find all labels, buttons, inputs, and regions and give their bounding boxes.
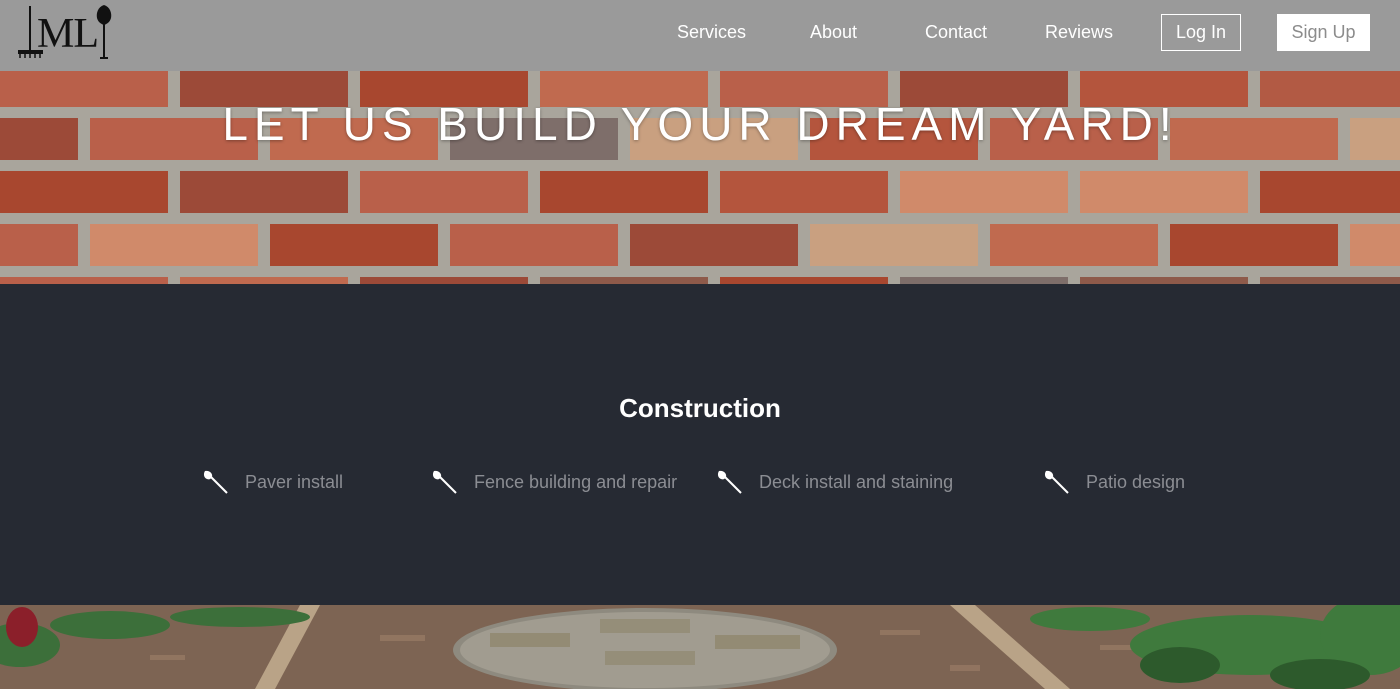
brick (630, 224, 798, 266)
nav-services[interactable]: Services (677, 20, 746, 44)
signup-button[interactable]: Sign Up (1277, 14, 1370, 51)
brick (720, 277, 888, 284)
service-label: Fence building and repair (474, 472, 678, 492)
brick (1350, 224, 1400, 266)
shovel-icon (1044, 470, 1069, 494)
brick (990, 224, 1158, 266)
service-label: Patio design (1086, 472, 1186, 492)
brick (360, 171, 528, 213)
garden-path-image (0, 605, 1400, 689)
brick (0, 277, 168, 284)
construction-section: Construction Paver install Fence buildin… (0, 284, 1400, 605)
service-item: Paver install (202, 468, 343, 496)
brick (180, 171, 348, 213)
service-item: Deck install and staining (716, 468, 953, 496)
logo[interactable]: ML (16, 3, 116, 61)
brick (450, 224, 618, 266)
brick (900, 277, 1068, 284)
brick (900, 171, 1068, 213)
brick (1260, 171, 1400, 213)
shovel-icon (717, 470, 742, 494)
brick (810, 224, 978, 266)
shovel-icon (432, 470, 457, 494)
brick (1170, 224, 1338, 266)
brick (360, 277, 528, 284)
service-label: Deck install and staining (759, 472, 954, 492)
login-button[interactable]: Log In (1161, 14, 1241, 51)
brick (1080, 171, 1248, 213)
service-item: Fence building and repair (431, 468, 677, 496)
shovel-icon (203, 470, 228, 494)
brick (90, 224, 258, 266)
brick (0, 224, 78, 266)
brick (540, 277, 708, 284)
brick (540, 171, 708, 213)
logo-text: ML (37, 11, 99, 57)
brick (1260, 277, 1400, 284)
hero-banner: LET US BUILD YOUR DREAM YARD! (0, 71, 1400, 284)
garden-path-background (0, 605, 1400, 689)
nav-reviews[interactable]: Reviews (1045, 20, 1113, 44)
top-nav: ML Services About Contact Reviews Log In… (0, 0, 1400, 71)
hero-title: LET US BUILD YOUR DREAM YARD! (222, 98, 1178, 150)
brick (270, 224, 438, 266)
brick (0, 171, 168, 213)
brick (1080, 277, 1248, 284)
service-label: Paver install (245, 472, 344, 492)
section-title: Construction (619, 393, 781, 423)
nav-about[interactable]: About (810, 20, 857, 44)
nav-contact[interactable]: Contact (925, 20, 987, 44)
brick (180, 277, 348, 284)
service-item: Patio design (1043, 468, 1185, 496)
brick (720, 171, 888, 213)
